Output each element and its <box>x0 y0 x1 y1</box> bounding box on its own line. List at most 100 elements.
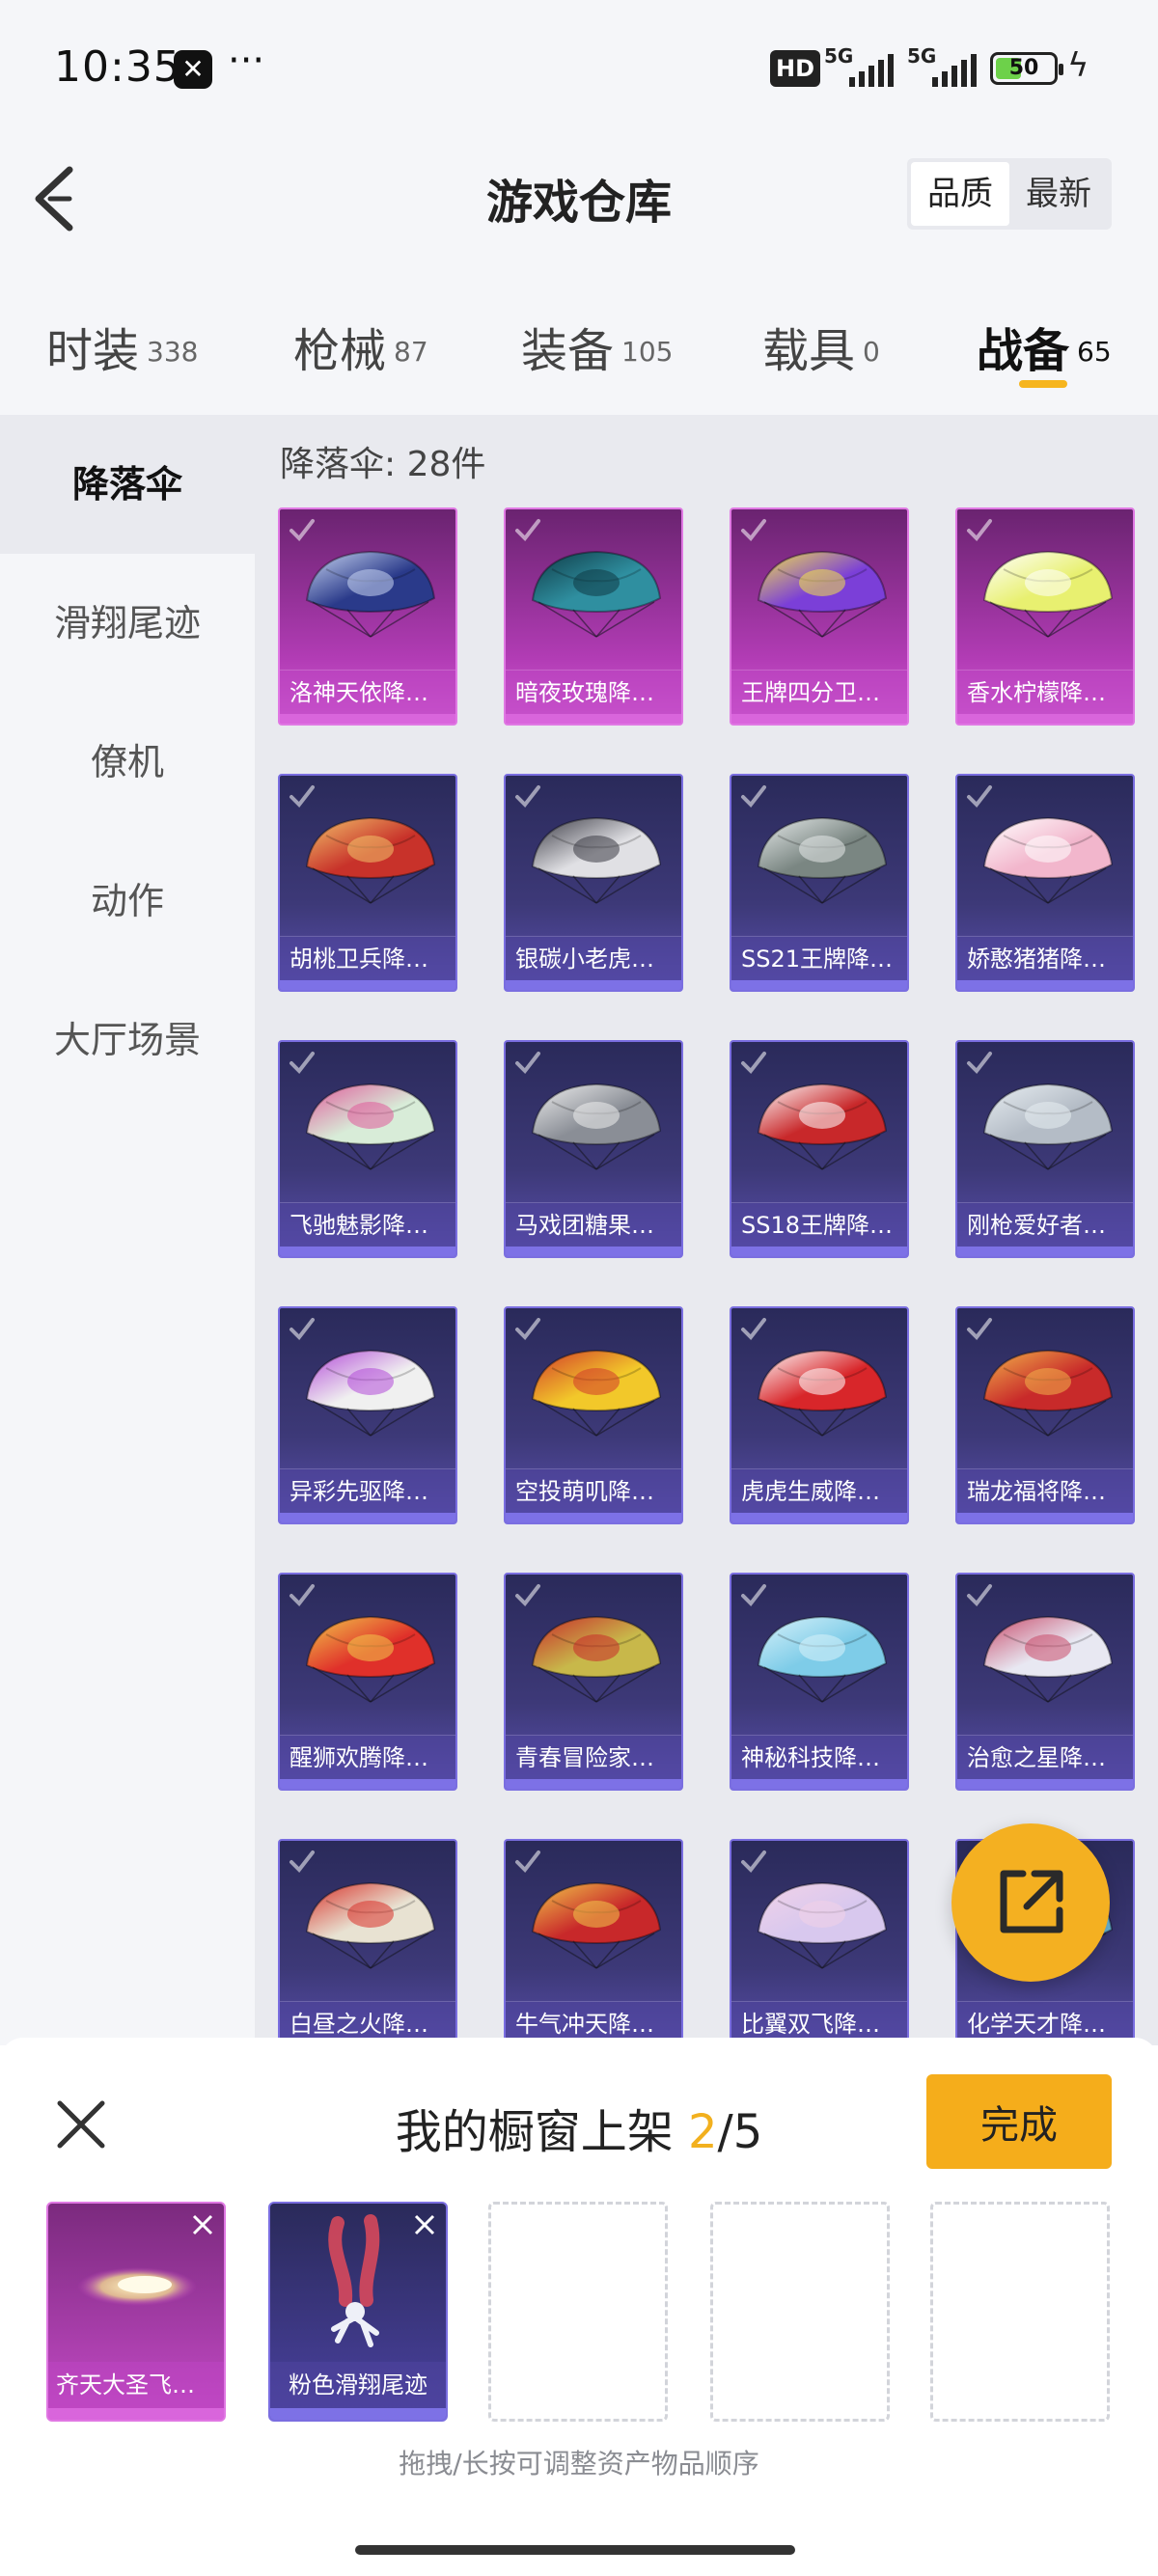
remove-slot-button[interactable] <box>409 2209 440 2240</box>
done-button[interactable]: 完成 <box>926 2074 1112 2169</box>
parachute-item[interactable]: 马戏团糖果降落伞 <box>504 1040 683 1258</box>
parachute-icon <box>757 1881 888 1969</box>
parachute-item[interactable]: 治愈之星降落伞 <box>955 1573 1135 1791</box>
parachute-icon <box>305 816 436 904</box>
showcase-total-count: /5 <box>717 2105 763 2159</box>
tab-weapons[interactable]: 枪械 87 <box>293 313 428 380</box>
tab-count: 65 <box>1077 335 1112 368</box>
item-name: 虎虎生威降落伞 <box>731 1468 907 1513</box>
item-name: 马戏团糖果降落伞 <box>506 1202 681 1247</box>
tab-label: 时装 <box>46 324 140 378</box>
sort-toggle: 品质 最新 <box>907 158 1112 230</box>
tab-combat-gear[interactable]: 战备 65 <box>977 313 1112 380</box>
item-name: 银碳小老虎降落伞 <box>506 936 681 980</box>
item-name: 治愈之星降落伞 <box>957 1735 1133 1779</box>
showcase-slot-2[interactable]: 粉色滑翔尾迹 <box>268 2202 448 2422</box>
parachute-item[interactable]: 牛气冲天降落伞 <box>504 1839 683 2045</box>
header: 游戏仓库 品质 最新 <box>0 135 1158 260</box>
parachute-icon <box>531 1082 662 1170</box>
parachute-icon <box>531 1349 662 1437</box>
item-name: 青春冒险家降落伞 <box>506 1735 681 1779</box>
battery-level: 50 <box>1008 56 1039 80</box>
showcase-panel: 我的橱窗上架 2/5 完成 齐天大圣飞行尾迹 粉色滑翔尾迹 拖拽/长按可调整资产… <box>0 2038 1158 2576</box>
parachute-item[interactable]: 银碳小老虎降落伞 <box>504 774 683 992</box>
capcut-icon: ✕ <box>174 50 212 89</box>
parachute-item[interactable]: 香水柠檬降落伞 <box>955 507 1135 726</box>
parachute-icon <box>305 550 436 638</box>
parachute-item[interactable]: 飞驰魅影降落伞 <box>278 1040 457 1258</box>
tab-equipment[interactable]: 装备 105 <box>521 313 673 380</box>
parachute-item[interactable]: 刚枪爱好者降落伞 <box>955 1040 1135 1258</box>
parachute-item[interactable]: 暗夜玫瑰降落伞 <box>504 507 683 726</box>
panel-title-text: 我的橱窗上架 <box>395 2105 688 2159</box>
network-type-2: 5G <box>907 44 937 68</box>
item-name: 瑞龙福将降落伞 <box>957 1468 1133 1513</box>
showcase-slot-4-empty[interactable] <box>710 2202 890 2422</box>
charging-icon: ϟ <box>1067 46 1089 85</box>
parachute-icon <box>531 550 662 638</box>
slot-item-name: 粉色滑翔尾迹 <box>270 2362 446 2408</box>
sidebar-item-parachute[interactable]: 降落伞 <box>0 415 255 554</box>
battery-icon: 50 <box>990 52 1063 85</box>
status-time: 10:35 <box>54 42 181 92</box>
sidebar-item-lobby-scene[interactable]: 大厅场景 <box>0 971 255 1110</box>
tab-count: 105 <box>621 335 674 368</box>
tab-label: 战备 <box>977 324 1070 378</box>
sidebar-item-wingman[interactable]: 僚机 <box>0 693 255 832</box>
share-button[interactable] <box>951 1823 1110 1982</box>
parachute-item[interactable]: 异彩先驱降落伞 <box>278 1306 457 1524</box>
parachute-item[interactable]: 瑞龙福将降落伞 <box>955 1306 1135 1524</box>
reorder-hint: 拖拽/长按可调整资产物品顺序 <box>399 2448 759 2480</box>
parachute-icon <box>531 816 662 904</box>
parachute-item[interactable]: 神秘科技降落伞 <box>730 1573 909 1791</box>
sort-newest-option[interactable]: 最新 <box>1009 162 1108 226</box>
tab-vehicles[interactable]: 载具 0 <box>762 313 880 380</box>
parachute-item[interactable]: 青春冒险家降落伞 <box>504 1573 683 1791</box>
signal-icon-2: 5G <box>907 44 977 87</box>
parachute-icon <box>982 1349 1114 1437</box>
showcase-slot-5-empty[interactable] <box>930 2202 1110 2422</box>
parachute-icon <box>305 1881 436 1969</box>
sort-quality-option[interactable]: 品质 <box>911 162 1009 226</box>
item-name: 洛神天依降落伞 <box>280 670 455 714</box>
item-name: 胡桃卫兵降落伞 <box>280 936 455 980</box>
sidebar-item-glide-trail[interactable]: 滑翔尾迹 <box>0 554 255 693</box>
share-external-icon <box>1000 1870 1063 1933</box>
parachute-item[interactable]: SS18王牌降落伞 <box>730 1040 909 1258</box>
hd-voice-icon: HD <box>770 50 821 87</box>
item-name: 异彩先驱降落伞 <box>280 1468 455 1513</box>
sidebar-item-emote[interactable]: 动作 <box>0 832 255 971</box>
parachute-item[interactable]: 胡桃卫兵降落伞 <box>278 774 457 992</box>
network-type: 5G <box>824 44 854 68</box>
close-icon <box>414 2214 435 2235</box>
parachute-icon <box>757 816 888 904</box>
home-indicator[interactable] <box>355 2545 795 2555</box>
tab-count: 87 <box>394 335 428 368</box>
parachute-icon <box>982 1615 1114 1703</box>
parachute-icon <box>531 1881 662 1969</box>
parachute-item[interactable]: 娇憨猪猪降落伞 <box>955 774 1135 992</box>
section-title: 降落伞: 28件 <box>280 445 486 484</box>
status-bar: 10:35 ✕ ··· HD 5G 5G 50 ϟ <box>0 0 1158 135</box>
parachute-item[interactable]: SS21王牌降落伞 <box>730 774 909 992</box>
tab-label: 装备 <box>521 324 615 378</box>
item-list: 降落伞: 28件 洛神天依降落伞 暗夜玫瑰降落伞 王牌四分卫降落伞 香水柠檬降落伞胡桃… <box>255 415 1158 2045</box>
tab-fashion[interactable]: 时装 338 <box>46 313 198 380</box>
parachute-item[interactable]: 虎虎生威降落伞 <box>730 1306 909 1524</box>
parachute-item[interactable]: 洛神天依降落伞 <box>278 507 457 726</box>
close-icon <box>192 2214 213 2235</box>
parachute-icon <box>757 550 888 638</box>
showcase-slot-3-empty[interactable] <box>488 2202 668 2422</box>
slot-item-name: 齐天大圣飞行尾迹 <box>48 2362 224 2408</box>
remove-slot-button[interactable] <box>187 2209 218 2240</box>
signal-icon: 5G <box>824 44 894 87</box>
parachute-item[interactable]: 比翼双飞降落伞 <box>730 1839 909 2045</box>
showcase-slot-1[interactable]: 齐天大圣飞行尾迹 <box>46 2202 226 2422</box>
parachute-item[interactable]: 白昼之火降落伞 <box>278 1839 457 2045</box>
tab-label: 枪械 <box>293 324 387 378</box>
item-name: 神秘科技降落伞 <box>731 1735 907 1779</box>
parachute-item[interactable]: 空投萌叽降落伞 <box>504 1306 683 1524</box>
parachute-item[interactable]: 王牌四分卫降落伞 <box>730 507 909 726</box>
parachute-item[interactable]: 醒狮欢腾降落伞 <box>278 1573 457 1791</box>
item-name: 刚枪爱好者降落伞 <box>957 1202 1133 1247</box>
